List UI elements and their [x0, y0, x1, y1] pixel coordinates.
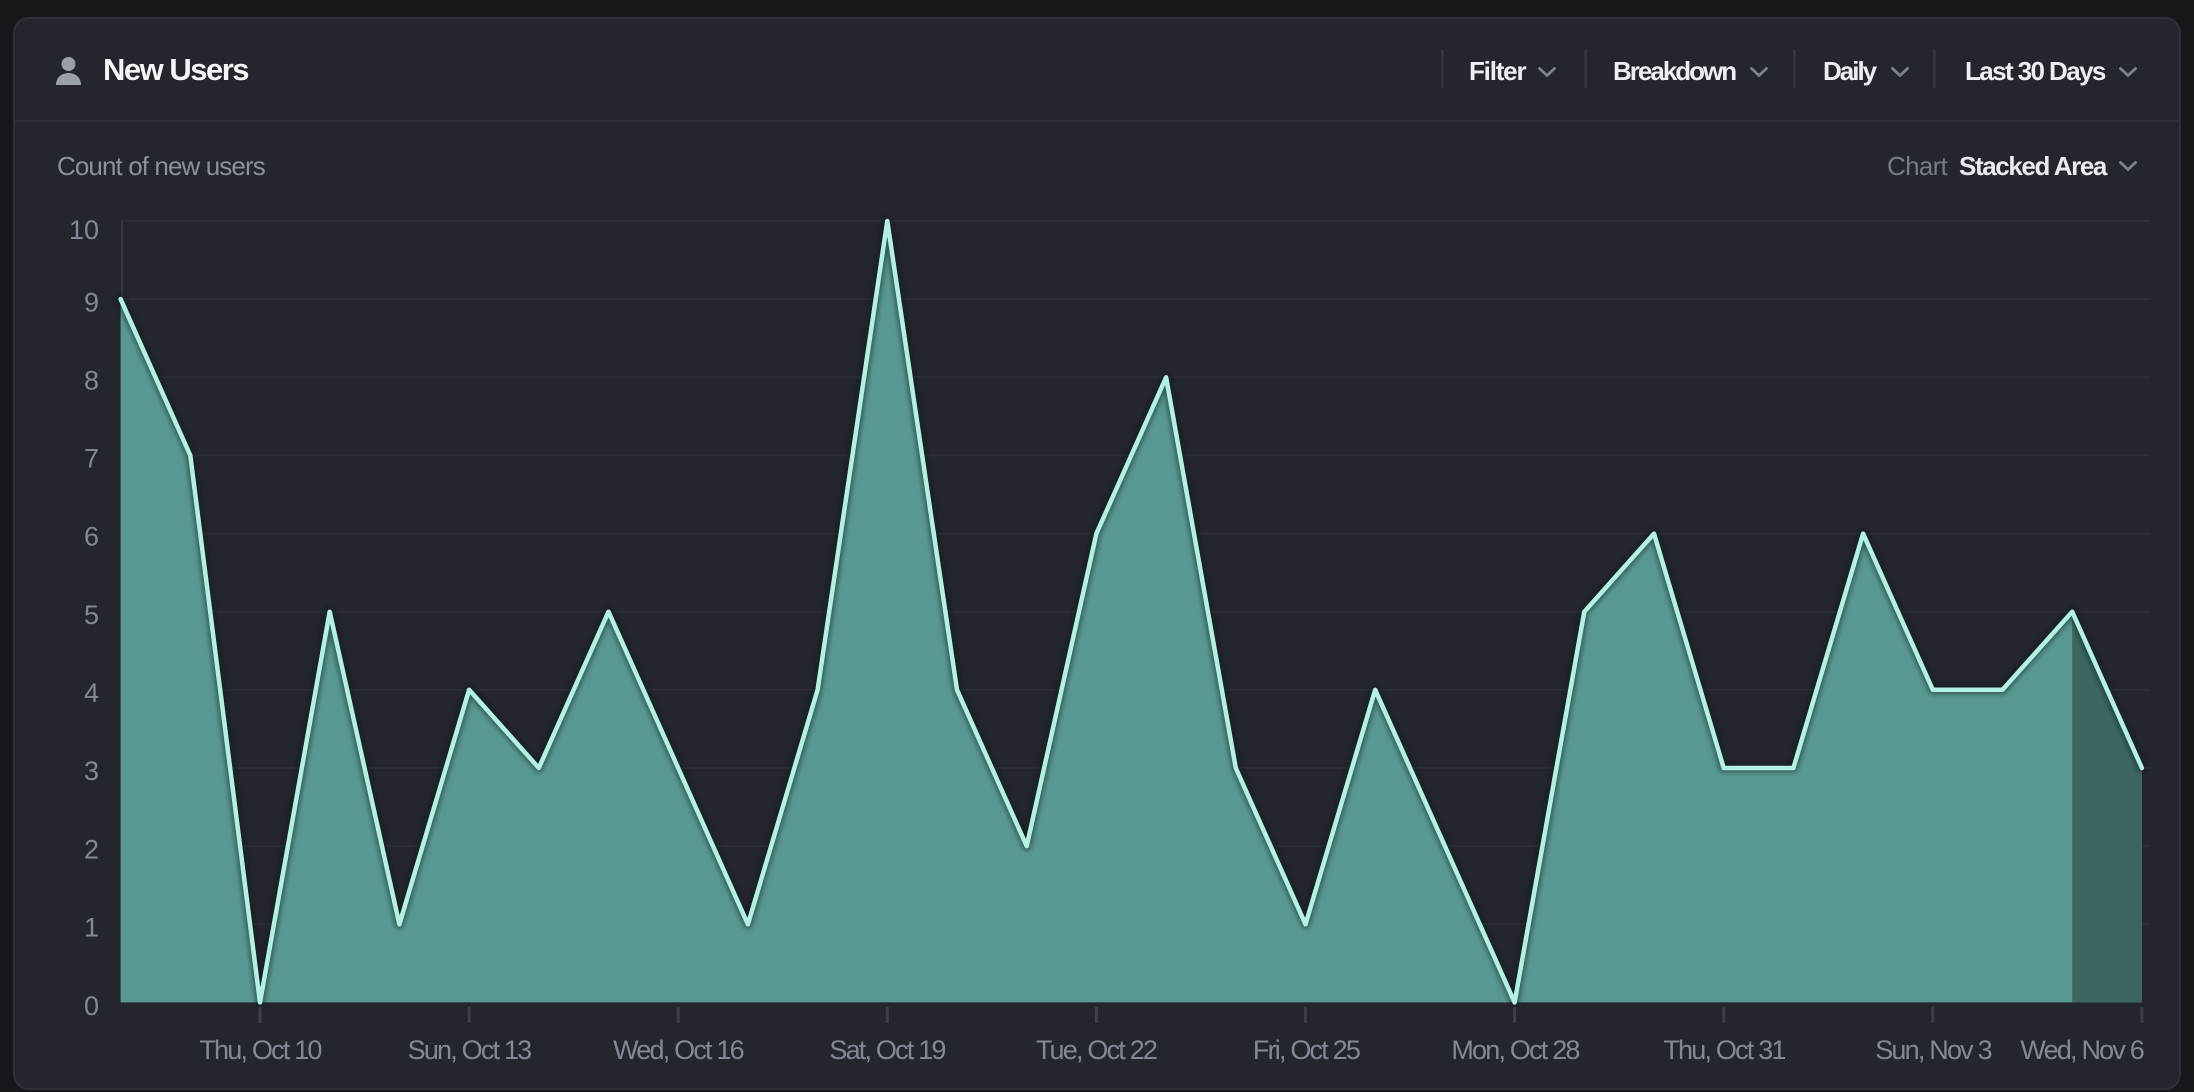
- svg-text:9: 9: [84, 287, 99, 317]
- svg-text:8: 8: [84, 366, 99, 396]
- svg-text:3: 3: [84, 756, 99, 786]
- svg-text:Thu, Oct 10: Thu, Oct 10: [199, 1035, 321, 1065]
- svg-text:Sun, Nov 3: Sun, Nov 3: [1875, 1035, 1991, 1065]
- svg-text:6: 6: [84, 522, 99, 552]
- svg-text:7: 7: [84, 444, 99, 474]
- svg-text:10: 10: [69, 215, 99, 245]
- svg-text:Fri, Oct 25: Fri, Oct 25: [1253, 1035, 1360, 1065]
- svg-text:Sat, Oct 19: Sat, Oct 19: [829, 1035, 945, 1065]
- svg-text:Thu, Oct 31: Thu, Oct 31: [1663, 1035, 1785, 1065]
- svg-text:Mon, Oct 28: Mon, Oct 28: [1451, 1035, 1579, 1065]
- svg-text:1: 1: [84, 913, 99, 943]
- svg-text:Sun, Oct 13: Sun, Oct 13: [408, 1035, 532, 1065]
- svg-text:Wed, Nov 6: Wed, Nov 6: [2020, 1035, 2143, 1065]
- svg-text:Wed, Oct 16: Wed, Oct 16: [613, 1035, 744, 1065]
- svg-text:2: 2: [84, 834, 99, 864]
- svg-text:4: 4: [84, 678, 99, 708]
- svg-text:0: 0: [84, 991, 99, 1021]
- svg-text:5: 5: [84, 600, 99, 630]
- svg-text:Tue, Oct 22: Tue, Oct 22: [1036, 1035, 1157, 1065]
